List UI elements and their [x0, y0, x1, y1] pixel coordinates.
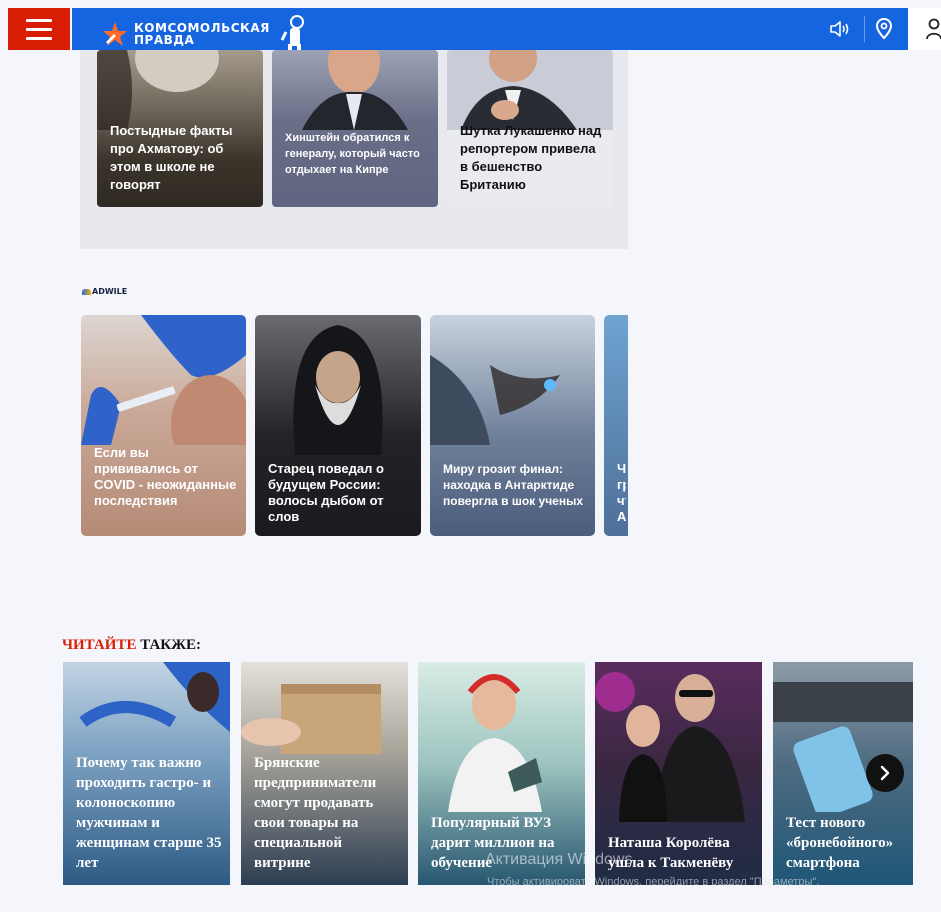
- logo-wordmark: КОМСОМОЛЬСКАЯ ПРАВДА: [134, 22, 270, 46]
- adwile-logo-icon: [82, 288, 91, 295]
- user-area[interactable]: [908, 8, 941, 50]
- adwile-label[interactable]: ADWILE: [82, 287, 127, 296]
- user-icon[interactable]: [926, 18, 941, 40]
- ad-card-title: Ч гр чт А: [617, 461, 626, 524]
- read-also-card-title: Брянские предприниматели смогут продават…: [254, 755, 377, 871]
- read-also-heading-black: ТАКЖЕ:: [136, 637, 202, 653]
- read-also-heading: ЧИТАЙТЕ ТАКЖЕ:: [62, 637, 201, 654]
- news-card-title: Хинштейн обратился к генералу, который ч…: [285, 132, 420, 176]
- read-also-photo: [595, 672, 745, 822]
- ad-card[interactable]: Если вы прививались от COVID - неожиданн…: [81, 315, 246, 536]
- read-also-heading-red: ЧИТАЙТЕ: [62, 637, 137, 653]
- read-also-card-title: Тест нового «бронебойного» смартфона: [786, 815, 894, 871]
- ad-card-title: Миру грозит финал: находка в Антарктиде …: [443, 462, 583, 508]
- news-card[interactable]: Постыдные факты про Ахматову: об этом в …: [97, 50, 263, 207]
- news-photo: [302, 50, 408, 130]
- adwile-label-text: ADWILE: [92, 287, 128, 296]
- logo-star-icon: [103, 22, 127, 46]
- chevron-right-icon: [880, 765, 890, 781]
- ad-card[interactable]: Миру грозит финал: находка в Антарктиде …: [430, 315, 595, 536]
- windows-activation-watermark: Активация Windows: [485, 851, 633, 868]
- news-card-title: Шутка Лукашенко над репортером привела в…: [460, 123, 602, 192]
- news-card[interactable]: Шутка Лукашенко над репортером привела в…: [447, 50, 613, 207]
- logo-line-2: ПРАВДА: [134, 33, 195, 47]
- read-also-card[interactable]: Брянские предприниматели смогут продават…: [241, 662, 408, 885]
- site-header: КОМСОМОЛЬСКАЯ ПРАВДА: [0, 8, 941, 53]
- read-also-card[interactable]: Почему так важно проходить гастро- и кол…: [63, 662, 230, 885]
- header-divider: [864, 16, 865, 42]
- site-logo[interactable]: КОМСОМОЛЬСКАЯ ПРАВДА: [102, 14, 308, 54]
- logo-mascot-icon: [280, 15, 304, 53]
- ad-card[interactable]: Старец поведал о будущем России: волосы …: [255, 315, 421, 536]
- read-also-photo: [79, 662, 230, 732]
- read-also-card-title: Почему так важно проходить гастро- и кол…: [76, 755, 222, 871]
- news-card-title: Постыдные факты про Ахматову: об этом в …: [110, 123, 233, 192]
- news-card[interactable]: Хинштейн обратился к генералу, который ч…: [272, 50, 438, 207]
- speaker-icon[interactable]: [829, 20, 853, 38]
- ad-photo: [293, 325, 383, 455]
- ad-card-title: Старец поведал о будущем России: волосы …: [268, 461, 384, 524]
- location-pin-icon[interactable]: [875, 18, 893, 40]
- header-bar: КОМСОМОЛЬСКАЯ ПРАВДА: [72, 8, 908, 53]
- menu-button[interactable]: [8, 8, 70, 50]
- ad-card-title: Если вы прививались от COVID - неожиданн…: [94, 445, 237, 508]
- read-also-photo: [448, 674, 542, 812]
- ad-card[interactable]: Ч гр чт А: [604, 315, 628, 536]
- windows-activation-hint: Чтобы активировать Windows, перейдите в …: [487, 876, 820, 888]
- carousel-next-button[interactable]: [866, 754, 904, 792]
- ad-photo: [81, 315, 246, 445]
- menu-icon: [26, 16, 52, 43]
- news-photo: [97, 50, 219, 130]
- news-photo: [447, 50, 613, 130]
- ad-photo: [430, 355, 560, 445]
